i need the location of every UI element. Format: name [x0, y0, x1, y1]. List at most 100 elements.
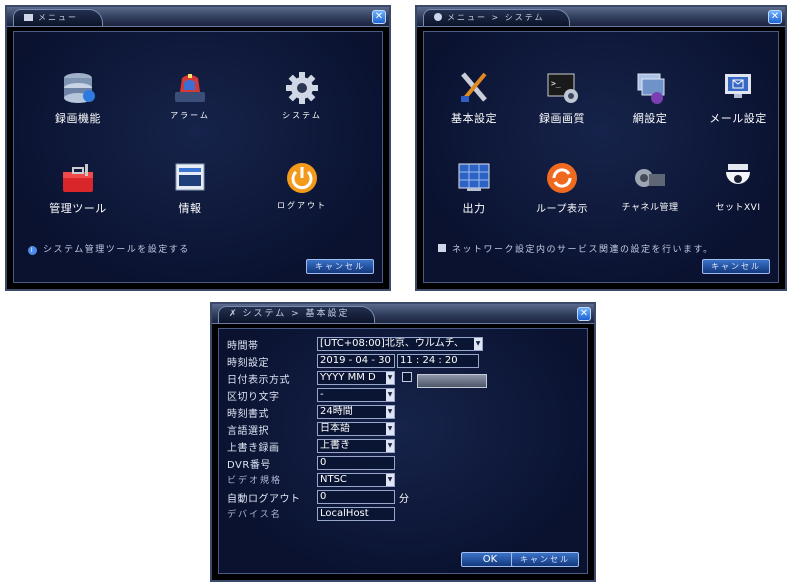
dome-camera-icon — [719, 160, 757, 196]
menu-item-label: 録画機能 — [55, 112, 101, 125]
field-value: 日本語 — [320, 423, 350, 434]
system-hint-text: ネットワーク設定内のサービス関連の設定を行います。 — [452, 245, 714, 255]
toolbox-icon — [59, 160, 97, 196]
display-grid-icon — [455, 160, 493, 196]
device-name-input[interactable]: LocalHost — [317, 507, 395, 521]
time-input[interactable]: 11 : 24 : 20 — [397, 354, 479, 368]
field-value: NTSC — [320, 474, 347, 485]
settings-button[interactable] — [417, 374, 487, 388]
field-label: 区切り文字 — [227, 392, 280, 403]
cancel-button[interactable]: キャンセル — [511, 552, 579, 567]
menu-item-system[interactable]: システム — [262, 70, 342, 121]
date-input[interactable]: 2019 - 04 - 30 — [317, 354, 395, 368]
menu-hint: i システム管理ツールを設定する — [28, 242, 190, 255]
loop-icon — [543, 160, 581, 196]
time-format-select[interactable]: 24時間 ▼ — [317, 405, 395, 419]
chevron-down-icon: ▼ — [474, 338, 482, 350]
menu-item-label: 管理ツール — [49, 202, 107, 215]
system-item-label: セットXVI — [715, 203, 761, 213]
system-item-output[interactable]: 出力 — [434, 160, 514, 216]
menu-item-tools[interactable]: 管理ツール — [38, 160, 118, 216]
system-item-email[interactable]: メール設定 — [698, 70, 778, 126]
system-item-loop[interactable]: ループ表示 — [522, 160, 602, 215]
wrench-screwdriver-icon — [455, 70, 493, 106]
timezone-row: 時間帯 [UTC+08:00]北京、ウルムチ、 ▼ — [227, 337, 507, 352]
basic-window-titlebar: ✗ システム > 基本設定 ✕ — [212, 304, 594, 324]
chevron-down-icon: ▼ — [386, 423, 394, 435]
basic-window-body: 時間帯 [UTC+08:00]北京、ウルムチ、 ▼ 時刻設定 2019 - 04 … — [218, 328, 588, 574]
dvr-number-input[interactable]: 0 — [317, 456, 395, 470]
menu-item-recording[interactable]: 録画機能 — [38, 70, 118, 126]
system-hint: ネットワーク設定内のサービス関連の設定を行います。 — [438, 242, 714, 255]
menu-window-title-tab: メニュー — [13, 9, 103, 26]
system-item-basic[interactable]: 基本設定 — [434, 70, 514, 126]
separator-row: 区切り文字 - ▼ — [227, 388, 507, 403]
date-format-select[interactable]: YYYY MM D ▼ — [317, 371, 395, 385]
system-item-label: 出力 — [462, 202, 486, 215]
field-value: 24時間 — [320, 406, 353, 417]
field-label: 上書き録画 — [227, 443, 280, 454]
timezone-select[interactable]: [UTC+08:00]北京、ウルムチ、 ▼ — [317, 337, 483, 351]
system-item-label: チャネル管理 — [621, 203, 679, 213]
system-item-dome[interactable]: セットXVI — [698, 160, 778, 213]
menu-window-title: メニュー — [38, 13, 78, 22]
info-icon: i — [28, 246, 37, 255]
chevron-down-icon: ▼ — [386, 372, 394, 384]
datetime-row: 時刻設定 2019 - 04 - 30 11 : 24 : 20 — [227, 354, 507, 369]
system-item-label: ループ表示 — [536, 204, 588, 215]
time-format-row: 時刻書式 24時間 ▼ — [227, 405, 507, 420]
field-label: 時間帯 — [227, 341, 259, 352]
menu-item-logout[interactable]: ログアウト — [262, 160, 342, 211]
menu-item-label: 情報 — [178, 202, 202, 215]
chevron-down-icon: ▼ — [386, 406, 394, 418]
menu-item-label: システム — [282, 111, 322, 120]
language-select[interactable]: 日本語 ▼ — [317, 422, 395, 436]
svg-text:>_: >_ — [551, 79, 561, 88]
close-button[interactable]: ✕ — [372, 10, 386, 24]
system-window-title-tab: メニュー > システム — [423, 9, 570, 26]
camera-gear-icon — [631, 160, 669, 196]
system-window: メニュー > システム ✕ 基本設定 >_ 録画画質 網設定 メール設定 出力 … — [415, 5, 787, 291]
list-icon — [438, 244, 446, 252]
system-item-record-quality[interactable]: >_ 録画画質 — [522, 70, 602, 126]
system-window-title: メニュー > システム — [447, 13, 545, 22]
field-label: ビデオ規格 — [227, 476, 283, 486]
system-item-label: メール設定 — [709, 112, 767, 125]
dvr-number-row: DVR番号 0 — [227, 456, 507, 471]
language-row: 言語選択 日本語 ▼ — [227, 422, 507, 437]
system-item-label: 基本設定 — [451, 112, 497, 125]
minutes-unit: 分 — [399, 494, 409, 505]
system-item-network[interactable]: 網設定 — [610, 70, 690, 126]
menu-item-label: アラーム — [170, 111, 210, 120]
field-label: 自動ログアウト — [227, 494, 301, 505]
dst-checkbox[interactable] — [402, 372, 412, 382]
close-button[interactable]: ✕ — [577, 307, 591, 321]
close-button[interactable]: ✕ — [768, 10, 782, 24]
system-window-body: 基本設定 >_ 録画画質 網設定 メール設定 出力 ループ表示 チャネル管理 セ… — [423, 31, 779, 283]
menu-window: メニュー ✕ 録画機能 アラーム システム 管理ツール 情報 ログアウト i シ… — [5, 5, 391, 291]
field-label: 言語選択 — [227, 426, 269, 437]
gear-icon — [434, 13, 442, 21]
system-item-channel[interactable]: チャネル管理 — [610, 160, 690, 213]
power-icon — [283, 160, 321, 196]
menu-window-titlebar: メニュー ✕ — [7, 7, 389, 27]
menu-hint-text: システム管理ツールを設定する — [43, 245, 190, 255]
menu-window-body: 録画機能 アラーム システム 管理ツール 情報 ログアウト i システム管理ツー… — [13, 31, 383, 283]
overwrite-select[interactable]: 上書き ▼ — [317, 439, 395, 453]
auto-logout-input[interactable]: 0 — [317, 490, 395, 504]
field-value: - — [320, 389, 324, 400]
menu-item-alarm[interactable]: アラーム — [150, 70, 230, 121]
system-item-label: 網設定 — [632, 112, 668, 125]
chevron-down-icon: ▼ — [386, 389, 394, 401]
video-standard-select[interactable]: NTSC ▼ — [317, 473, 395, 487]
field-label: デバイス名 — [227, 510, 282, 520]
cancel-button[interactable]: キャンセル — [306, 259, 374, 274]
email-monitor-icon — [719, 70, 757, 106]
separator-select[interactable]: - ▼ — [317, 388, 395, 402]
cancel-button[interactable]: キャンセル — [702, 259, 770, 274]
system-gear-icon — [283, 70, 321, 106]
menu-item-info[interactable]: 情報 — [150, 160, 230, 216]
system-item-label: 録画画質 — [539, 112, 585, 125]
info-monitor-icon — [171, 160, 209, 196]
basic-window-title-tab: ✗ システム > 基本設定 — [218, 306, 375, 323]
